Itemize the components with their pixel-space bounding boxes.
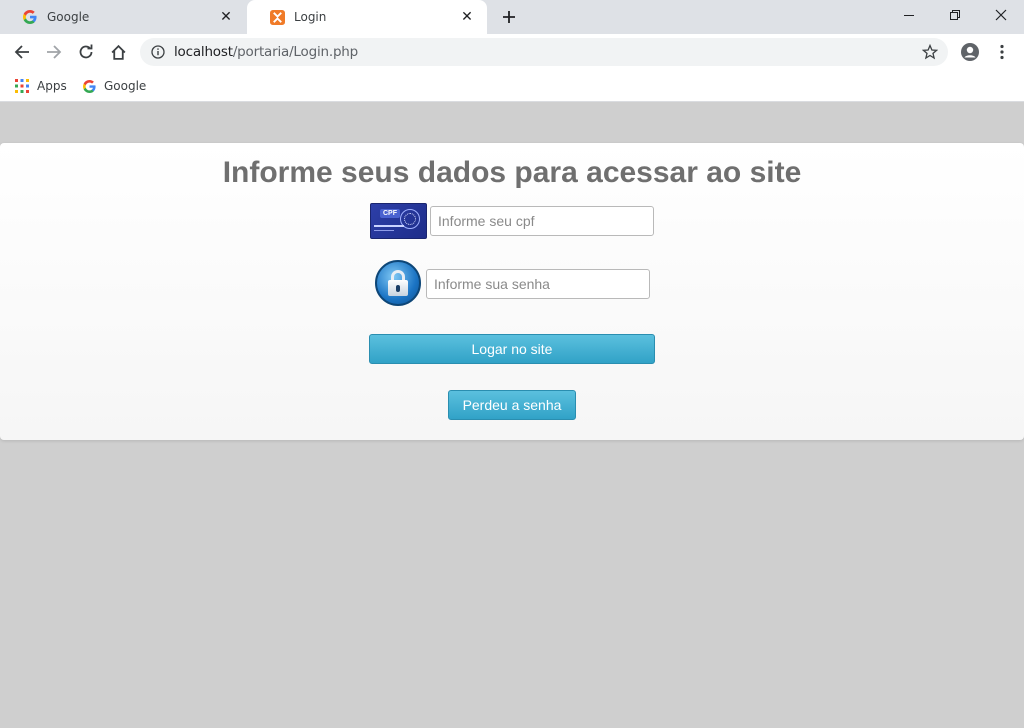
info-icon[interactable]	[150, 44, 166, 60]
new-tab-button[interactable]	[498, 6, 520, 28]
xampp-icon	[269, 9, 285, 25]
tab-title: Login	[294, 10, 327, 24]
menu-button[interactable]	[988, 38, 1016, 66]
cpf-number-line	[374, 225, 404, 227]
bookmarks-bar: Apps Google	[0, 70, 1024, 102]
restore-icon	[950, 10, 960, 20]
home-icon	[110, 44, 126, 60]
close-icon	[995, 9, 1007, 21]
browser-toolbar: localhost/portaria/Login.php	[0, 34, 1024, 70]
tab-strip: Google ✕ Login ✕	[0, 0, 1024, 34]
reload-button[interactable]	[72, 38, 100, 66]
more-vert-icon	[1000, 44, 1004, 60]
password-input[interactable]	[426, 269, 650, 299]
lock-keyhole	[396, 285, 400, 292]
cpf-card-label: CPF	[380, 209, 400, 218]
address-bar[interactable]: localhost/portaria/Login.php	[140, 38, 948, 66]
close-window-button[interactable]	[978, 0, 1024, 30]
bookmark-apps[interactable]: Apps	[14, 76, 67, 96]
tab-title: Google	[47, 10, 90, 24]
google-icon	[81, 78, 97, 94]
page-title: Informe seus dados para acessar ao site	[222, 156, 802, 189]
bookmark-label: Apps	[37, 79, 67, 93]
back-button[interactable]	[8, 38, 36, 66]
cpf-text-line	[374, 230, 394, 231]
url-host: localhost	[174, 44, 233, 60]
login-panel: Informe seus dados para acessar ao site …	[0, 143, 1024, 440]
tab-google[interactable]: Google ✕	[0, 0, 246, 34]
apps-grid-icon	[14, 78, 30, 94]
bookmark-star-icon[interactable]	[921, 43, 939, 60]
close-tab-icon[interactable]: ✕	[459, 9, 475, 25]
minimize-icon	[904, 15, 914, 16]
bookmark-google[interactable]: Google	[81, 76, 146, 96]
minimize-button[interactable]	[886, 0, 932, 30]
profile-button[interactable]	[956, 38, 984, 66]
cpf-card-icon: CPF	[370, 203, 427, 239]
cpf-seal-inner	[404, 213, 416, 225]
forgot-password-button[interactable]: Perdeu a senha	[448, 390, 576, 420]
tab-login[interactable]: Login ✕	[247, 0, 487, 34]
login-button[interactable]: Logar no site	[369, 334, 655, 364]
home-button[interactable]	[104, 38, 132, 66]
restore-button[interactable]	[932, 0, 978, 30]
arrow-left-icon	[14, 45, 29, 59]
google-icon	[22, 9, 38, 25]
url-path: /portaria/Login.php	[232, 44, 359, 60]
cpf-input[interactable]	[430, 206, 654, 236]
bookmark-label: Google	[104, 79, 147, 93]
account-icon	[961, 43, 979, 61]
lock-icon	[375, 260, 421, 306]
arrow-right-icon	[47, 45, 62, 59]
close-tab-icon[interactable]: ✕	[218, 9, 234, 25]
url-text: localhost/portaria/Login.php	[174, 44, 358, 60]
reload-icon	[79, 44, 93, 59]
forward-button[interactable]	[40, 38, 68, 66]
plus-icon	[503, 11, 515, 23]
